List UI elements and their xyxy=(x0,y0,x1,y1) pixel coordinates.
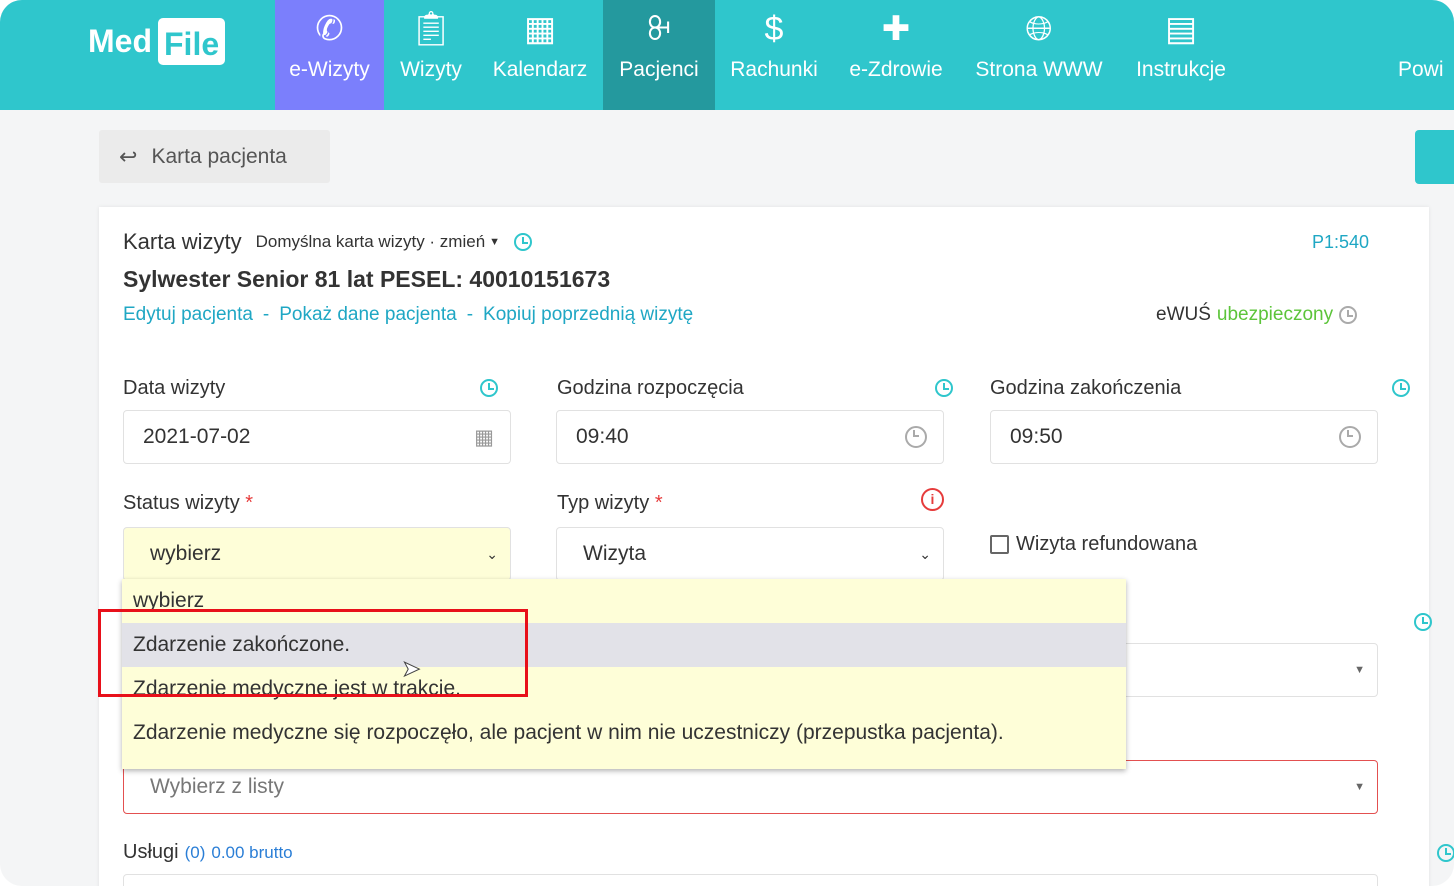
caret-icon: ▼ xyxy=(1354,781,1365,793)
nav-rachunki[interactable]: $ Rachunki xyxy=(724,0,824,110)
edit-patient-link[interactable]: Edytuj pacjenta xyxy=(123,304,253,326)
show-patient-link[interactable]: Pokaż dane pacjenta xyxy=(279,304,456,326)
required-marker: * xyxy=(654,492,663,514)
back-arrow-icon: ↩ xyxy=(119,143,138,169)
clock-icon xyxy=(905,426,927,448)
ewus-label: eWUŚ xyxy=(1156,304,1211,325)
card-title: Karta wizyty xyxy=(123,229,242,254)
history-icon[interactable] xyxy=(1391,379,1410,397)
services-label: Usługi xyxy=(123,841,179,863)
users-icon: ꔬ xyxy=(646,9,672,48)
dollar-icon: $ xyxy=(764,9,784,48)
medical-icon: ✚ xyxy=(881,10,911,48)
nav-powiadomienia[interactable]: Powi xyxy=(1398,0,1454,110)
history-icon[interactable] xyxy=(480,379,498,397)
status-label: Status wizyty xyxy=(123,492,240,514)
date-input[interactable]: 2021-07-02 ▦ xyxy=(123,410,511,464)
history-icon[interactable] xyxy=(1436,844,1454,862)
caret-icon: ▼ xyxy=(1354,664,1365,676)
calendar-icon: ▦ xyxy=(523,10,557,48)
status-select[interactable]: wybierz ⌄ xyxy=(123,527,511,581)
services-total: 0.00 brutto xyxy=(211,843,293,862)
patient-header: Sylwester Senior 81 lat PESEL: 400101516… xyxy=(123,266,611,292)
copy-visit-link[interactable]: Kopiuj poprzednią wizytę xyxy=(483,304,693,326)
required-marker: * xyxy=(245,492,254,514)
nav-pacjenci[interactable]: ꔬ Pacjenci xyxy=(603,0,715,110)
phone-icon: ✆ xyxy=(315,10,344,48)
history-icon[interactable] xyxy=(514,233,533,251)
template-selector[interactable]: Domyślna karta wizyty · zmień xyxy=(256,232,486,252)
dropdown-option[interactable]: Zdarzenie medyczne się rozpoczęło, ale p… xyxy=(122,711,1126,755)
services-count: (0) xyxy=(184,843,206,862)
top-nav: Med File ✆ e-Wizyty 📋︎ Wizyty ▦ Kalendarz ꔬP… xyxy=(0,0,1454,110)
logo[interactable]: Med File xyxy=(88,18,226,65)
chevron-down-icon: ⌄ xyxy=(486,545,498,562)
history-icon[interactable] xyxy=(1339,306,1358,324)
type-select[interactable]: Wizyta ⌄ xyxy=(556,527,944,581)
nav-strona-www[interactable]: 🌐︎ Strona WWW xyxy=(968,0,1110,110)
end-label: Godzina zakończenia xyxy=(990,377,1182,399)
nav-e-wizyty[interactable]: ✆ e-Wizyty xyxy=(275,0,384,110)
mouse-cursor-icon: ➤ xyxy=(401,656,421,682)
caret-icon: ▼ xyxy=(489,236,501,248)
nav-e-zdrowie[interactable]: ✚ e-Zdrowie xyxy=(842,0,950,110)
back-button[interactable]: ↩ Karta pacjenta xyxy=(99,130,330,183)
info-icon[interactable]: i xyxy=(921,488,944,511)
start-time-input[interactable]: 09:40 xyxy=(556,410,944,464)
book-icon: ▤ xyxy=(1164,10,1198,48)
nav-kalendarz[interactable]: ▦ Kalendarz xyxy=(486,0,594,110)
globe-icon: 🌐︎ xyxy=(1025,9,1053,48)
services-input[interactable] xyxy=(123,874,1378,886)
start-label: Godzina rozpoczęcia xyxy=(557,377,744,399)
date-label: Data wizyty xyxy=(123,377,226,399)
nav-instrukcje[interactable]: ▤ Instrukcje xyxy=(1128,0,1234,110)
ewus-status: ubezpieczony xyxy=(1216,304,1334,325)
clipboard-icon: 📋︎ xyxy=(409,10,453,48)
type-label: Typ wizyty xyxy=(557,492,650,514)
end-time-input[interactable]: 09:50 xyxy=(990,410,1378,464)
history-icon[interactable] xyxy=(1414,613,1433,631)
refund-checkbox[interactable] xyxy=(990,535,1009,554)
chevron-down-icon: ⌄ xyxy=(919,545,931,562)
nav-wizyty[interactable]: 📋︎ Wizyty xyxy=(392,0,470,110)
highlight-box xyxy=(98,609,528,697)
app-window: Med File ✆ e-Wizyty 📋︎ Wizyty ▦ Kalendarz ꔬP… xyxy=(0,0,1454,886)
hidden-select[interactable]: ▼ xyxy=(1100,643,1378,697)
print-button[interactable] xyxy=(1415,130,1454,184)
calendar-icon: ▦ xyxy=(474,425,494,449)
visit-code: P1:540 xyxy=(1312,232,1370,252)
clock-icon xyxy=(1339,426,1361,448)
